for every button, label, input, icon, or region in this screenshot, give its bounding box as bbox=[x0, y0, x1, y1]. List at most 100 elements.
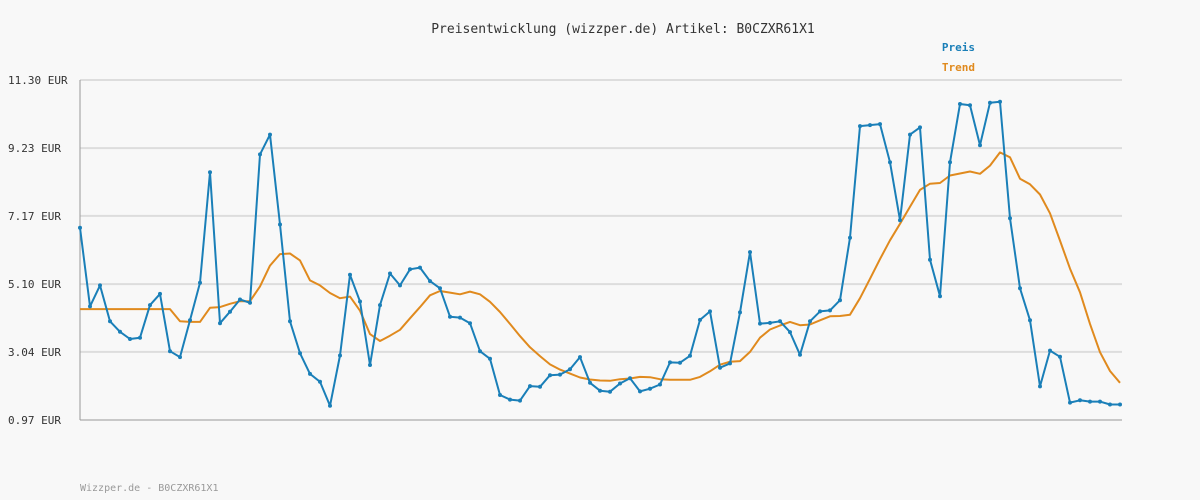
y-tick-label: 9.23 EUR bbox=[8, 142, 61, 155]
preis-point bbox=[428, 279, 432, 284]
preis-point bbox=[438, 286, 442, 291]
preis-point bbox=[248, 300, 252, 305]
preis-point bbox=[1048, 348, 1052, 353]
preis-point bbox=[788, 330, 792, 335]
preis-point bbox=[278, 222, 282, 227]
preis-point bbox=[298, 351, 302, 356]
preis-point bbox=[818, 309, 822, 314]
preis-point bbox=[528, 384, 532, 389]
preis-point bbox=[358, 299, 362, 304]
preis-point bbox=[148, 303, 152, 308]
preis-point bbox=[138, 335, 142, 340]
preis-point bbox=[898, 218, 902, 223]
y-axis-ticks: 0.97 EUR 3.04 EUR 5.10 EUR 7.17 EUR 9.23 EUR… bbox=[8, 74, 68, 427]
preis-point bbox=[258, 152, 262, 157]
preis-point bbox=[878, 122, 882, 127]
legend: Preis Trend bbox=[942, 41, 975, 74]
preis-point bbox=[838, 298, 842, 303]
preis-point bbox=[858, 124, 862, 129]
preis-point bbox=[1028, 318, 1032, 323]
preis-point bbox=[108, 319, 112, 324]
preis-point bbox=[978, 143, 982, 148]
preis-point bbox=[78, 225, 82, 230]
preis-point bbox=[518, 398, 522, 403]
preis-point bbox=[348, 272, 352, 277]
preis-point bbox=[558, 372, 562, 377]
preis-point bbox=[398, 283, 402, 288]
preis-point bbox=[698, 317, 702, 322]
preis-point bbox=[658, 382, 662, 387]
preis-point bbox=[958, 102, 962, 106]
preis-point bbox=[158, 291, 162, 296]
preis-point bbox=[1038, 384, 1042, 389]
preis-point bbox=[988, 100, 992, 105]
preis-point bbox=[378, 303, 382, 308]
preis-point bbox=[748, 250, 752, 255]
preis-point bbox=[268, 132, 272, 137]
preis-point bbox=[688, 353, 692, 358]
preis-point bbox=[488, 356, 492, 361]
preis-point bbox=[888, 160, 892, 165]
grid bbox=[80, 79, 1122, 353]
preis-point bbox=[458, 315, 462, 320]
preis-point bbox=[468, 321, 472, 326]
preis-point bbox=[98, 283, 102, 288]
preis-point bbox=[228, 309, 232, 314]
y-tick-label: 7.17 EUR bbox=[8, 210, 61, 223]
preis-point bbox=[808, 319, 812, 324]
preis-point bbox=[168, 349, 172, 354]
preis-point bbox=[218, 321, 222, 326]
preis-point bbox=[918, 125, 922, 130]
preis-point bbox=[648, 386, 652, 391]
preis-point bbox=[568, 367, 572, 372]
preis-point bbox=[188, 318, 192, 323]
price-chart: Preisentwicklung (wizzper.de) Artikel: B… bbox=[8, 22, 1122, 494]
preis-point bbox=[338, 353, 342, 358]
legend-preis: Preis bbox=[942, 41, 975, 54]
preis-point bbox=[388, 271, 392, 276]
preis-point bbox=[328, 403, 332, 408]
preis-point bbox=[678, 360, 682, 365]
preis-point bbox=[928, 257, 932, 262]
preis-point bbox=[1078, 398, 1082, 403]
preis-point bbox=[88, 304, 92, 309]
preis-point bbox=[1008, 216, 1012, 221]
preis-point bbox=[598, 388, 602, 393]
footer-credit: Wizzper.de - B0CZXR61X1 bbox=[80, 483, 218, 494]
preis-point bbox=[798, 352, 802, 357]
preis-point bbox=[588, 380, 592, 385]
preis-point bbox=[408, 267, 412, 272]
preis-point bbox=[948, 160, 952, 165]
preis-point bbox=[728, 361, 732, 366]
preis-point bbox=[498, 393, 502, 397]
preis-point bbox=[208, 170, 212, 175]
preis-point bbox=[998, 99, 1002, 104]
preis-point bbox=[578, 355, 582, 360]
y-tick-label: 5.10 EUR bbox=[8, 278, 61, 291]
preis-point bbox=[478, 349, 482, 354]
preis-point bbox=[1108, 402, 1112, 407]
preis-point bbox=[198, 280, 202, 285]
legend-trend: Trend bbox=[942, 61, 975, 74]
preis-point bbox=[128, 337, 132, 341]
preis-point bbox=[118, 329, 122, 334]
preis-point bbox=[1098, 399, 1102, 404]
preis-point bbox=[1088, 399, 1092, 404]
preis-point bbox=[968, 103, 972, 108]
chart-title: Preisentwicklung (wizzper.de) Artikel: B… bbox=[431, 22, 815, 37]
preis-point bbox=[368, 363, 372, 367]
preis-point bbox=[868, 123, 872, 128]
preis-point bbox=[738, 310, 742, 315]
preis-point bbox=[828, 308, 832, 313]
preis-point bbox=[938, 294, 942, 299]
preis-point bbox=[618, 381, 622, 386]
preis-point bbox=[758, 321, 762, 326]
preis-point bbox=[288, 319, 292, 324]
preis-point bbox=[418, 265, 422, 270]
preis-point bbox=[908, 132, 912, 137]
preis-point bbox=[238, 297, 242, 302]
y-tick-label: 11.30 EUR bbox=[8, 74, 68, 87]
preis-point bbox=[538, 384, 542, 389]
preis-point bbox=[778, 319, 782, 324]
preis-point bbox=[708, 309, 712, 314]
